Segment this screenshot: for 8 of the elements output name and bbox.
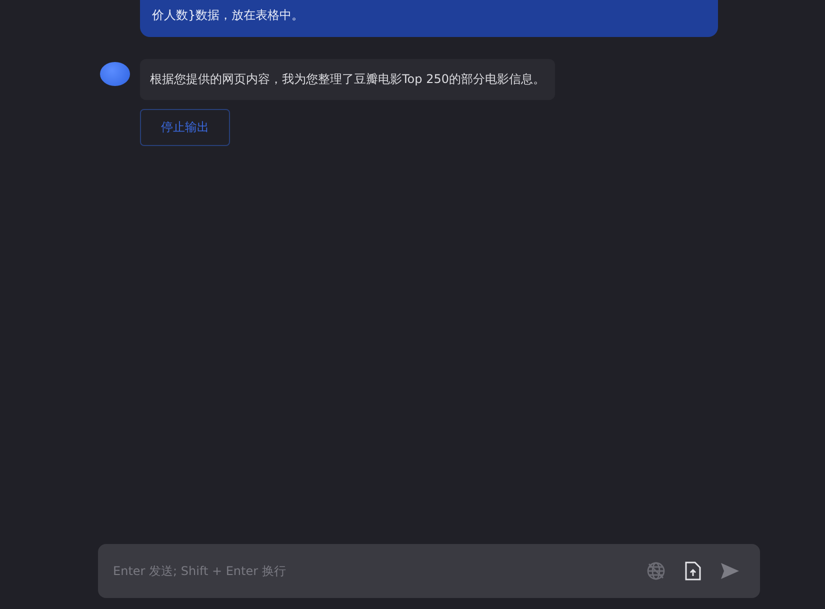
- send-icon[interactable]: [720, 562, 740, 580]
- assistant-avatar: [100, 62, 130, 86]
- assistant-message: 根据您提供的网页内容，我为您整理了豆瓣电影Top 250的部分电影信息。: [140, 59, 555, 100]
- globe-icon[interactable]: [646, 561, 666, 581]
- message-input[interactable]: Enter 发送; Shift + Enter 换行: [111, 563, 628, 579]
- user-message: 价人数}数据，放在表格中。: [140, 0, 718, 37]
- stop-output-button[interactable]: 停止输出: [140, 109, 230, 146]
- file-upload-icon[interactable]: [684, 561, 702, 581]
